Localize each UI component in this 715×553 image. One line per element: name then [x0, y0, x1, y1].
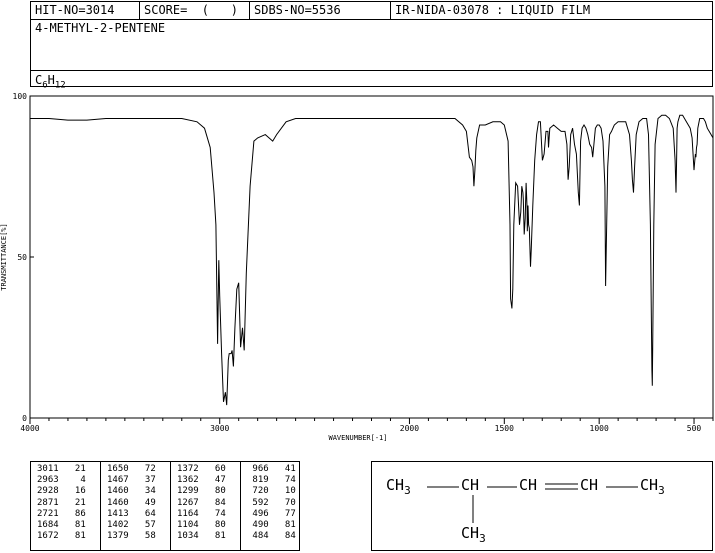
peak-row: 819 74: [247, 475, 296, 486]
y-tick-label: 0: [22, 414, 27, 423]
peak-row: 720 10: [247, 486, 296, 497]
peak-column: 1650 72 1467 37 1460 34 1460 49 1413 64 1402 …: [107, 464, 156, 542]
x-tick-label: 4000: [20, 424, 39, 433]
peak-row: 490 81: [247, 520, 296, 531]
x-axis-label: WAVENUMBER[-1]: [328, 434, 387, 442]
peak-row: 1684 81: [37, 520, 86, 531]
peak-row: 484 84: [247, 531, 296, 542]
x-tick-label: 1000: [590, 424, 609, 433]
peak-column: 1372 60 1362 47 1299 80 1267 84 1164 74 1104 …: [177, 464, 226, 542]
peak-row: 592 70: [247, 497, 296, 508]
x-tick-label: 2000: [400, 424, 419, 433]
y-axis-label: TRANSMITTANCE[%]: [0, 223, 8, 290]
peak-row: 966 41: [247, 464, 296, 474]
plot-frame: [29, 95, 714, 419]
peak-row: 1650 72: [107, 464, 156, 474]
peak-row: 1460 49: [107, 497, 156, 508]
peak-column-divider: [100, 462, 101, 550]
peak-column-divider: [170, 462, 171, 550]
peak-row: 1402 57: [107, 520, 156, 531]
peak-row: 1372 60: [177, 464, 226, 474]
y-tick-label: 100: [13, 92, 28, 101]
spectrum-line: [30, 114, 714, 406]
peak-row: 1379 58: [107, 531, 156, 542]
structure-diagram: CH3 CH CH CH CH3 CH3: [371, 461, 713, 551]
structure-bonds: [427, 483, 638, 523]
x-tick-label: 1500: [495, 424, 514, 433]
peak-row: 1413 64: [107, 508, 156, 519]
ir-spectrum-chart: 0 50 100 4000 3000 2000 1500 1000 500 WAVENUMBE…: [0, 92, 714, 442]
peak-row: 2721 86: [37, 508, 86, 519]
peak-row: 2963 4: [37, 475, 86, 486]
x-tick-label: 500: [687, 424, 702, 433]
peak-row: 1362 47: [177, 475, 226, 486]
y-tick-label: 50: [17, 253, 27, 262]
peak-row: 2871 21: [37, 497, 86, 508]
peak-column: 3011 21 2963 4 2928 16 2871 21 2721 86 1684 8…: [37, 464, 86, 542]
peak-row: 2928 16: [37, 486, 86, 497]
x-tick-label: 3000: [210, 424, 229, 433]
peak-row: 1267 84: [177, 497, 226, 508]
peak-row: 1672 81: [37, 531, 86, 542]
peak-row: 496 77: [247, 508, 296, 519]
peak-row: 3011 21: [37, 464, 86, 474]
peak-row: 1104 80: [177, 520, 226, 531]
peak-row: 1467 37: [107, 475, 156, 486]
peak-row: 1034 81: [177, 531, 226, 542]
peak-table: 3011 21 2963 4 2928 16 2871 21 2721 86 1684 8…: [30, 461, 300, 551]
peak-row: 1299 80: [177, 486, 226, 497]
peak-row: 1164 74: [177, 508, 226, 519]
peak-column: 966 41 819 74 720 10 592 70 496 77 490 8…: [247, 464, 296, 542]
peak-row: 1460 34: [107, 486, 156, 497]
peak-column-divider: [240, 462, 241, 550]
